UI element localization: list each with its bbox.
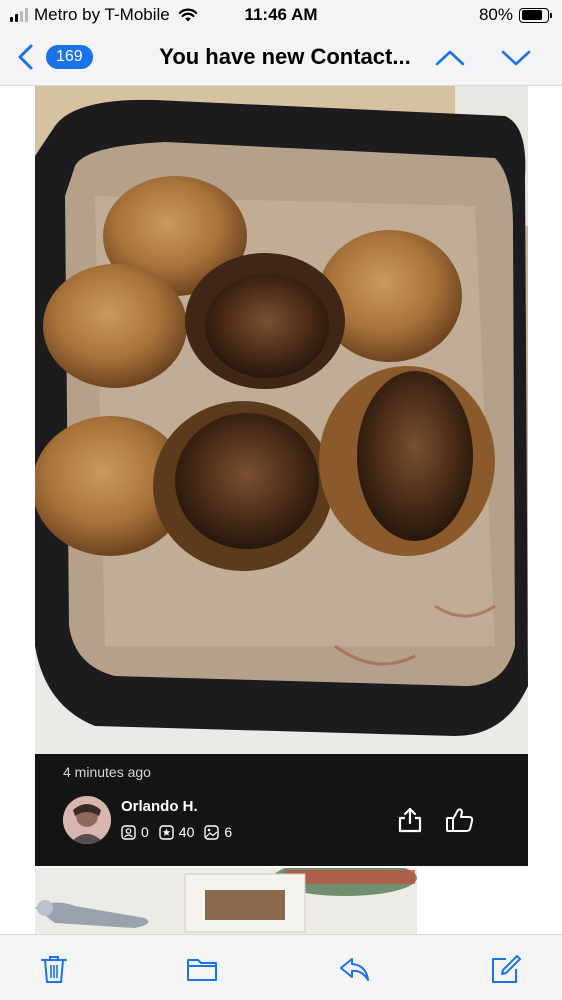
reply-icon[interactable]: [338, 953, 370, 985]
next-review-photo[interactable]: [35, 868, 417, 934]
battery-status: 80%: [479, 5, 552, 25]
status-bar: Metro by T-Mobile 11:46 AM 80%: [0, 0, 562, 30]
review-footer: 4 minutes ago Orlando H. 0 40 6: [35, 754, 528, 866]
clock: 11:46 AM: [244, 5, 318, 24]
user-stats: 0 40 6: [121, 824, 232, 840]
review-photo[interactable]: [35, 86, 528, 754]
pastries-photo-image: [35, 86, 528, 754]
mail-toolbar: [0, 934, 562, 1000]
message-body[interactable]: 4 minutes ago Orlando H. 0 40 6: [0, 86, 562, 934]
star-icon: [159, 824, 174, 840]
reviews-count: 40: [178, 824, 195, 840]
unread-count-badge[interactable]: 169: [46, 45, 93, 69]
previous-message-icon[interactable]: [434, 44, 466, 72]
friends-icon: [121, 824, 136, 840]
next-photo-image: [35, 868, 417, 934]
user-name[interactable]: Orlando H.: [121, 798, 198, 815]
photo-icon: [204, 824, 220, 840]
friends-count: 0: [141, 824, 149, 840]
share-icon[interactable]: [397, 806, 423, 834]
trash-icon[interactable]: [38, 953, 70, 985]
mail-nav-bar: 169 You have new Contact...: [0, 30, 562, 86]
photos-count: 6: [224, 824, 233, 840]
user-avatar[interactable]: [63, 796, 111, 844]
photos-stat: 6: [204, 824, 232, 840]
battery-percent: 80%: [478, 5, 513, 24]
friends-stat: 0: [121, 824, 149, 840]
message-subject: You have new Contact...: [159, 44, 411, 69]
review-photo-card[interactable]: 4 minutes ago Orlando H. 0 40 6: [35, 86, 528, 866]
compose-icon[interactable]: [490, 953, 522, 985]
back-chevron-icon[interactable]: [14, 42, 38, 72]
next-message-icon[interactable]: [500, 44, 532, 72]
battery-icon: [519, 7, 549, 23]
post-time: 4 minutes ago: [63, 764, 151, 780]
thumbs-up-icon[interactable]: [445, 806, 475, 834]
folder-icon[interactable]: [186, 953, 218, 985]
reviews-stat: 40: [159, 824, 195, 840]
